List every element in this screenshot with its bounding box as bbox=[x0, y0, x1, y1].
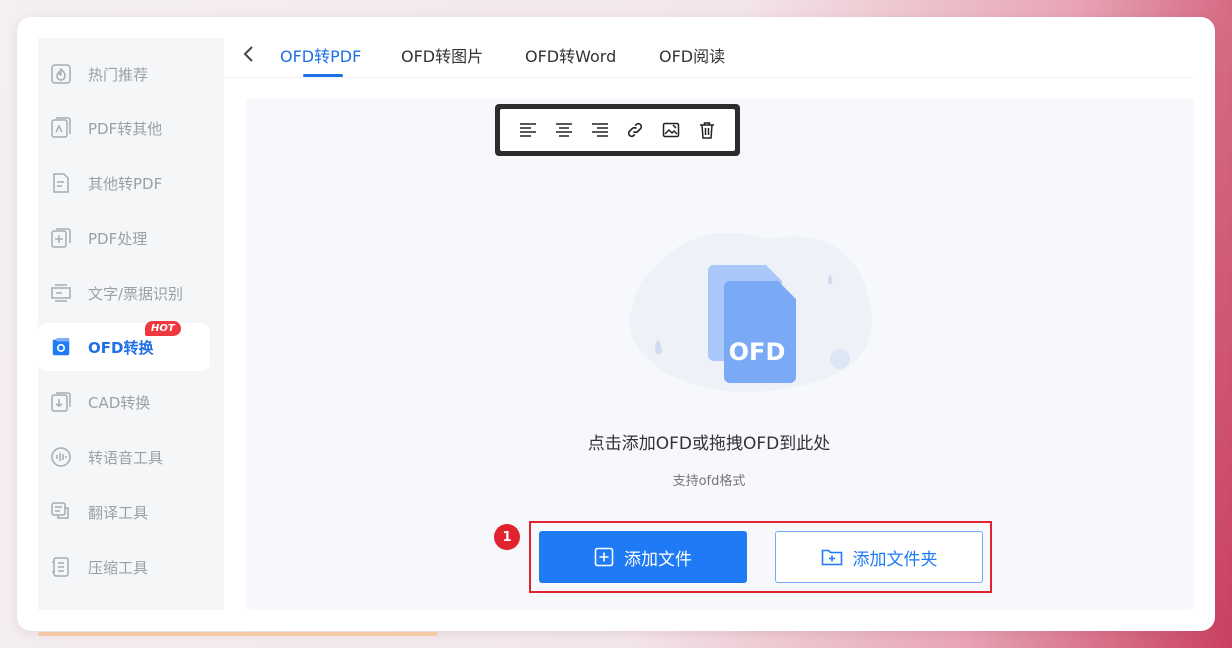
main-panel: OFD转PDF OFD转图片 OFD转Word OFD阅读 OFD 点击添加OF… bbox=[224, 38, 1194, 610]
image-edit-icon[interactable] bbox=[659, 118, 683, 142]
sidebar-item-label: 文字/票据识别 bbox=[88, 284, 184, 303]
sidebar-item-ocr[interactable]: 文字/票据识别 bbox=[38, 269, 210, 317]
sidebar-item-label: 转语音工具 bbox=[88, 448, 164, 467]
back-arrow-icon[interactable] bbox=[242, 44, 256, 68]
align-left-icon[interactable] bbox=[516, 118, 540, 142]
ofd-file-illustration: OFD bbox=[629, 232, 872, 392]
tab-bar: OFD转PDF OFD转图片 OFD转Word OFD阅读 bbox=[224, 38, 1194, 78]
sidebar-item-hot-recommend[interactable]: 热门推荐 bbox=[38, 50, 210, 98]
pdf-convert-icon bbox=[48, 115, 74, 141]
voice-icon bbox=[48, 444, 74, 470]
add-folder-button[interactable]: 添加文件夹 bbox=[775, 531, 983, 583]
sidebar-item-label: 其他转PDF bbox=[88, 174, 163, 193]
active-tab-indicator bbox=[303, 74, 343, 77]
hot-badge: HOT bbox=[145, 321, 181, 336]
align-right-icon[interactable] bbox=[588, 118, 612, 142]
bottom-accent-bar bbox=[38, 632, 438, 636]
to-pdf-icon bbox=[48, 170, 74, 196]
tab-ofd-to-image[interactable]: OFD转图片 bbox=[401, 43, 483, 77]
add-file-button[interactable]: 添加文件 bbox=[539, 531, 747, 583]
floating-toolbar bbox=[495, 104, 740, 156]
tab-ofd-to-pdf[interactable]: OFD转PDF bbox=[280, 43, 361, 77]
sidebar-item-label: 热门推荐 bbox=[88, 65, 149, 84]
link-icon[interactable] bbox=[623, 118, 647, 142]
pdf-process-icon bbox=[48, 225, 74, 251]
sidebar-item-label: 压缩工具 bbox=[88, 558, 149, 577]
sidebar-item-compress[interactable]: 压缩工具 bbox=[38, 543, 210, 591]
sidebar-item-pdf-convert[interactable]: PDF转其他 bbox=[38, 104, 210, 152]
add-folder-label: 添加文件夹 bbox=[852, 549, 938, 570]
translate-icon bbox=[48, 499, 74, 525]
ocr-icon bbox=[48, 280, 74, 306]
step-badge: 1 bbox=[494, 524, 520, 550]
sidebar-item-label: 翻译工具 bbox=[88, 503, 149, 522]
add-folder-icon bbox=[821, 547, 843, 567]
sidebar-item-label: PDF转其他 bbox=[88, 119, 163, 138]
sidebar-item-ofd-convert[interactable]: OFD转换 HOT bbox=[38, 321, 210, 371]
dropzone-title: 点击添加OFD或拖拽OFD到此处 bbox=[587, 434, 831, 454]
sidebar-item-voice[interactable]: 转语音工具 bbox=[38, 433, 210, 481]
align-center-icon[interactable] bbox=[552, 118, 576, 142]
sidebar-item-label: OFD转换 bbox=[88, 338, 154, 357]
add-file-label: 添加文件 bbox=[624, 549, 692, 570]
tab-ofd-to-word[interactable]: OFD转Word bbox=[525, 43, 616, 77]
sidebar-item-cad[interactable]: CAD转换 bbox=[38, 378, 210, 426]
ofd-icon bbox=[48, 334, 74, 360]
app-window: 热门推荐 PDF转其他 其他转PDF PDF处理 文字/票据识别 OFD转换 H… bbox=[17, 17, 1215, 631]
hot-recommend-icon bbox=[48, 61, 74, 87]
cad-icon bbox=[48, 389, 74, 415]
add-file-icon bbox=[594, 547, 614, 567]
compress-icon bbox=[48, 554, 74, 580]
delete-icon[interactable] bbox=[695, 118, 719, 142]
sidebar-item-translate[interactable]: 翻译工具 bbox=[38, 488, 210, 536]
sidebar: 热门推荐 PDF转其他 其他转PDF PDF处理 文字/票据识别 OFD转换 H… bbox=[38, 38, 224, 610]
illustration-ofd-text: OFD bbox=[729, 338, 786, 366]
sidebar-item-to-pdf[interactable]: 其他转PDF bbox=[38, 159, 210, 207]
sidebar-item-label: PDF处理 bbox=[88, 229, 148, 248]
sidebar-item-label: CAD转换 bbox=[88, 393, 151, 412]
tab-ofd-reader[interactable]: OFD阅读 bbox=[659, 43, 725, 77]
dropzone-subtitle: 支持ofd格式 bbox=[672, 474, 746, 489]
sidebar-item-pdf-process[interactable]: PDF处理 bbox=[38, 214, 210, 262]
